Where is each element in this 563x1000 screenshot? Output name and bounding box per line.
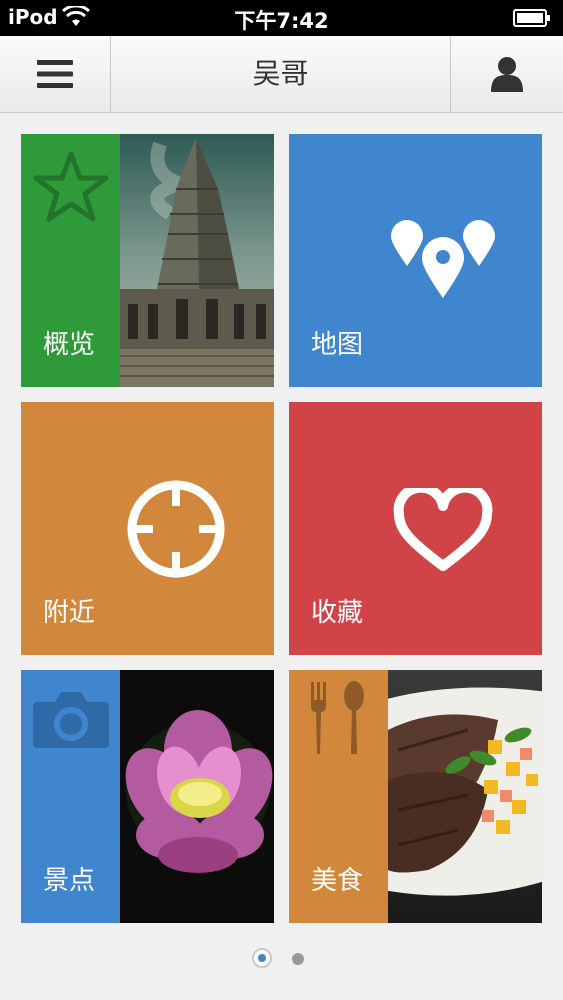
page-dot-2[interactable] [292,953,304,965]
map-pins-icon [391,220,495,298]
navigation-bar: 吴哥 [0,36,563,113]
page-dot-active-marker [258,954,266,962]
crosshair-icon [127,480,225,578]
angkor-temple-photo [120,134,274,387]
page-indicator [0,945,563,975]
tile-food[interactable]: 美食 [289,670,542,923]
battery-icon [513,9,550,27]
tile-nearby[interactable]: 附近 [21,402,274,655]
status-bar: iPod 下午7:42 [0,0,563,36]
camera-icon [33,692,109,748]
tile-favorites[interactable]: 收藏 [289,402,542,655]
user-icon [491,57,523,92]
heart-icon [393,488,493,571]
hamburger-menu-icon [37,60,73,88]
menu-button[interactable] [0,36,111,112]
lotus-flower-photo [120,670,274,923]
tile-map[interactable]: 地图 [289,134,542,387]
page-title: 吴哥 [252,57,309,90]
tile-nearby-label: 附近 [43,598,96,628]
tile-overview-label: 概览 [43,330,96,360]
page-dot-1[interactable] [252,948,272,968]
fork-spoon-icon [311,681,364,754]
tile-attractions-label: 景点 [43,866,96,896]
steak-dish-photo [388,670,542,923]
tile-attractions[interactable]: 景点 [21,670,274,923]
tile-food-label: 美食 [311,866,364,896]
star-icon [33,151,109,222]
clock: 下午7:42 [234,9,329,33]
tile-overview[interactable]: 概览 [21,134,274,387]
profile-button[interactable] [450,36,563,112]
tile-map-label: 地图 [311,330,364,360]
tile-favorites-label: 收藏 [311,598,364,628]
